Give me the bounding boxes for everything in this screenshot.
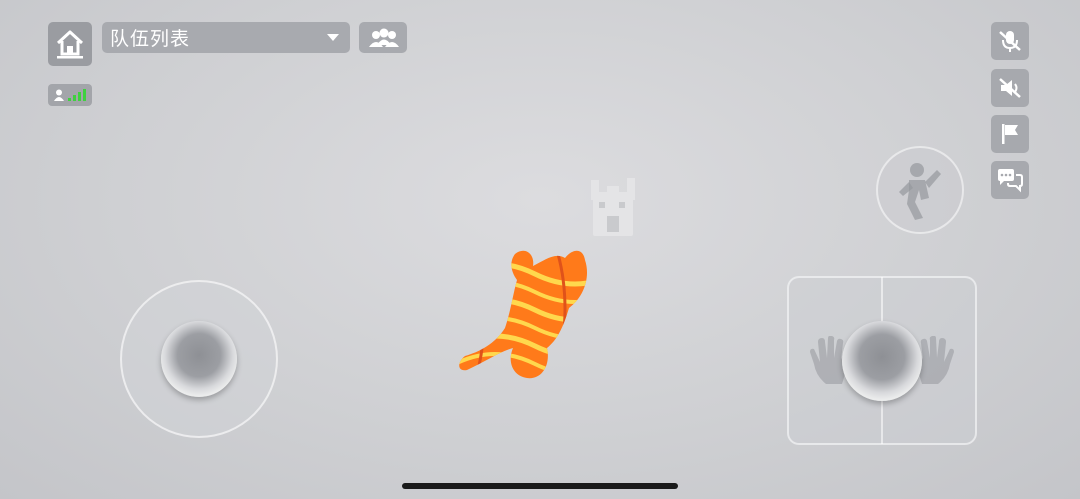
network-status-badge [48, 84, 92, 106]
chat-bubbles-icon [998, 169, 1023, 193]
grab-button-knob[interactable] [842, 321, 922, 401]
sound-muted-icon [999, 78, 1021, 98]
triangle-down-icon [327, 34, 339, 41]
player-character [459, 250, 588, 379]
player-signal-icon [54, 89, 64, 101]
team-list-label: 队伍列表 [110, 28, 191, 50]
flag-icon [1002, 124, 1018, 144]
sound-toggle-button[interactable] [991, 69, 1029, 107]
distant-castle [591, 178, 635, 236]
team-members-icon [369, 28, 399, 47]
home-icon [56, 30, 84, 59]
home-indicator[interactable] [402, 483, 678, 489]
movement-joystick-knob[interactable] [161, 321, 237, 397]
mic-toggle-button[interactable] [991, 22, 1029, 60]
jump-action-button[interactable] [876, 146, 964, 234]
signal-bars-icon [68, 89, 86, 101]
flag-button[interactable] [991, 115, 1029, 153]
team-list-dropdown[interactable]: 队伍列表 [102, 22, 350, 53]
jump-person-icon [899, 163, 941, 220]
mic-muted-icon [999, 31, 1021, 52]
home-button[interactable] [48, 22, 92, 66]
chat-button[interactable] [991, 161, 1029, 199]
team-members-button[interactable] [359, 22, 407, 53]
